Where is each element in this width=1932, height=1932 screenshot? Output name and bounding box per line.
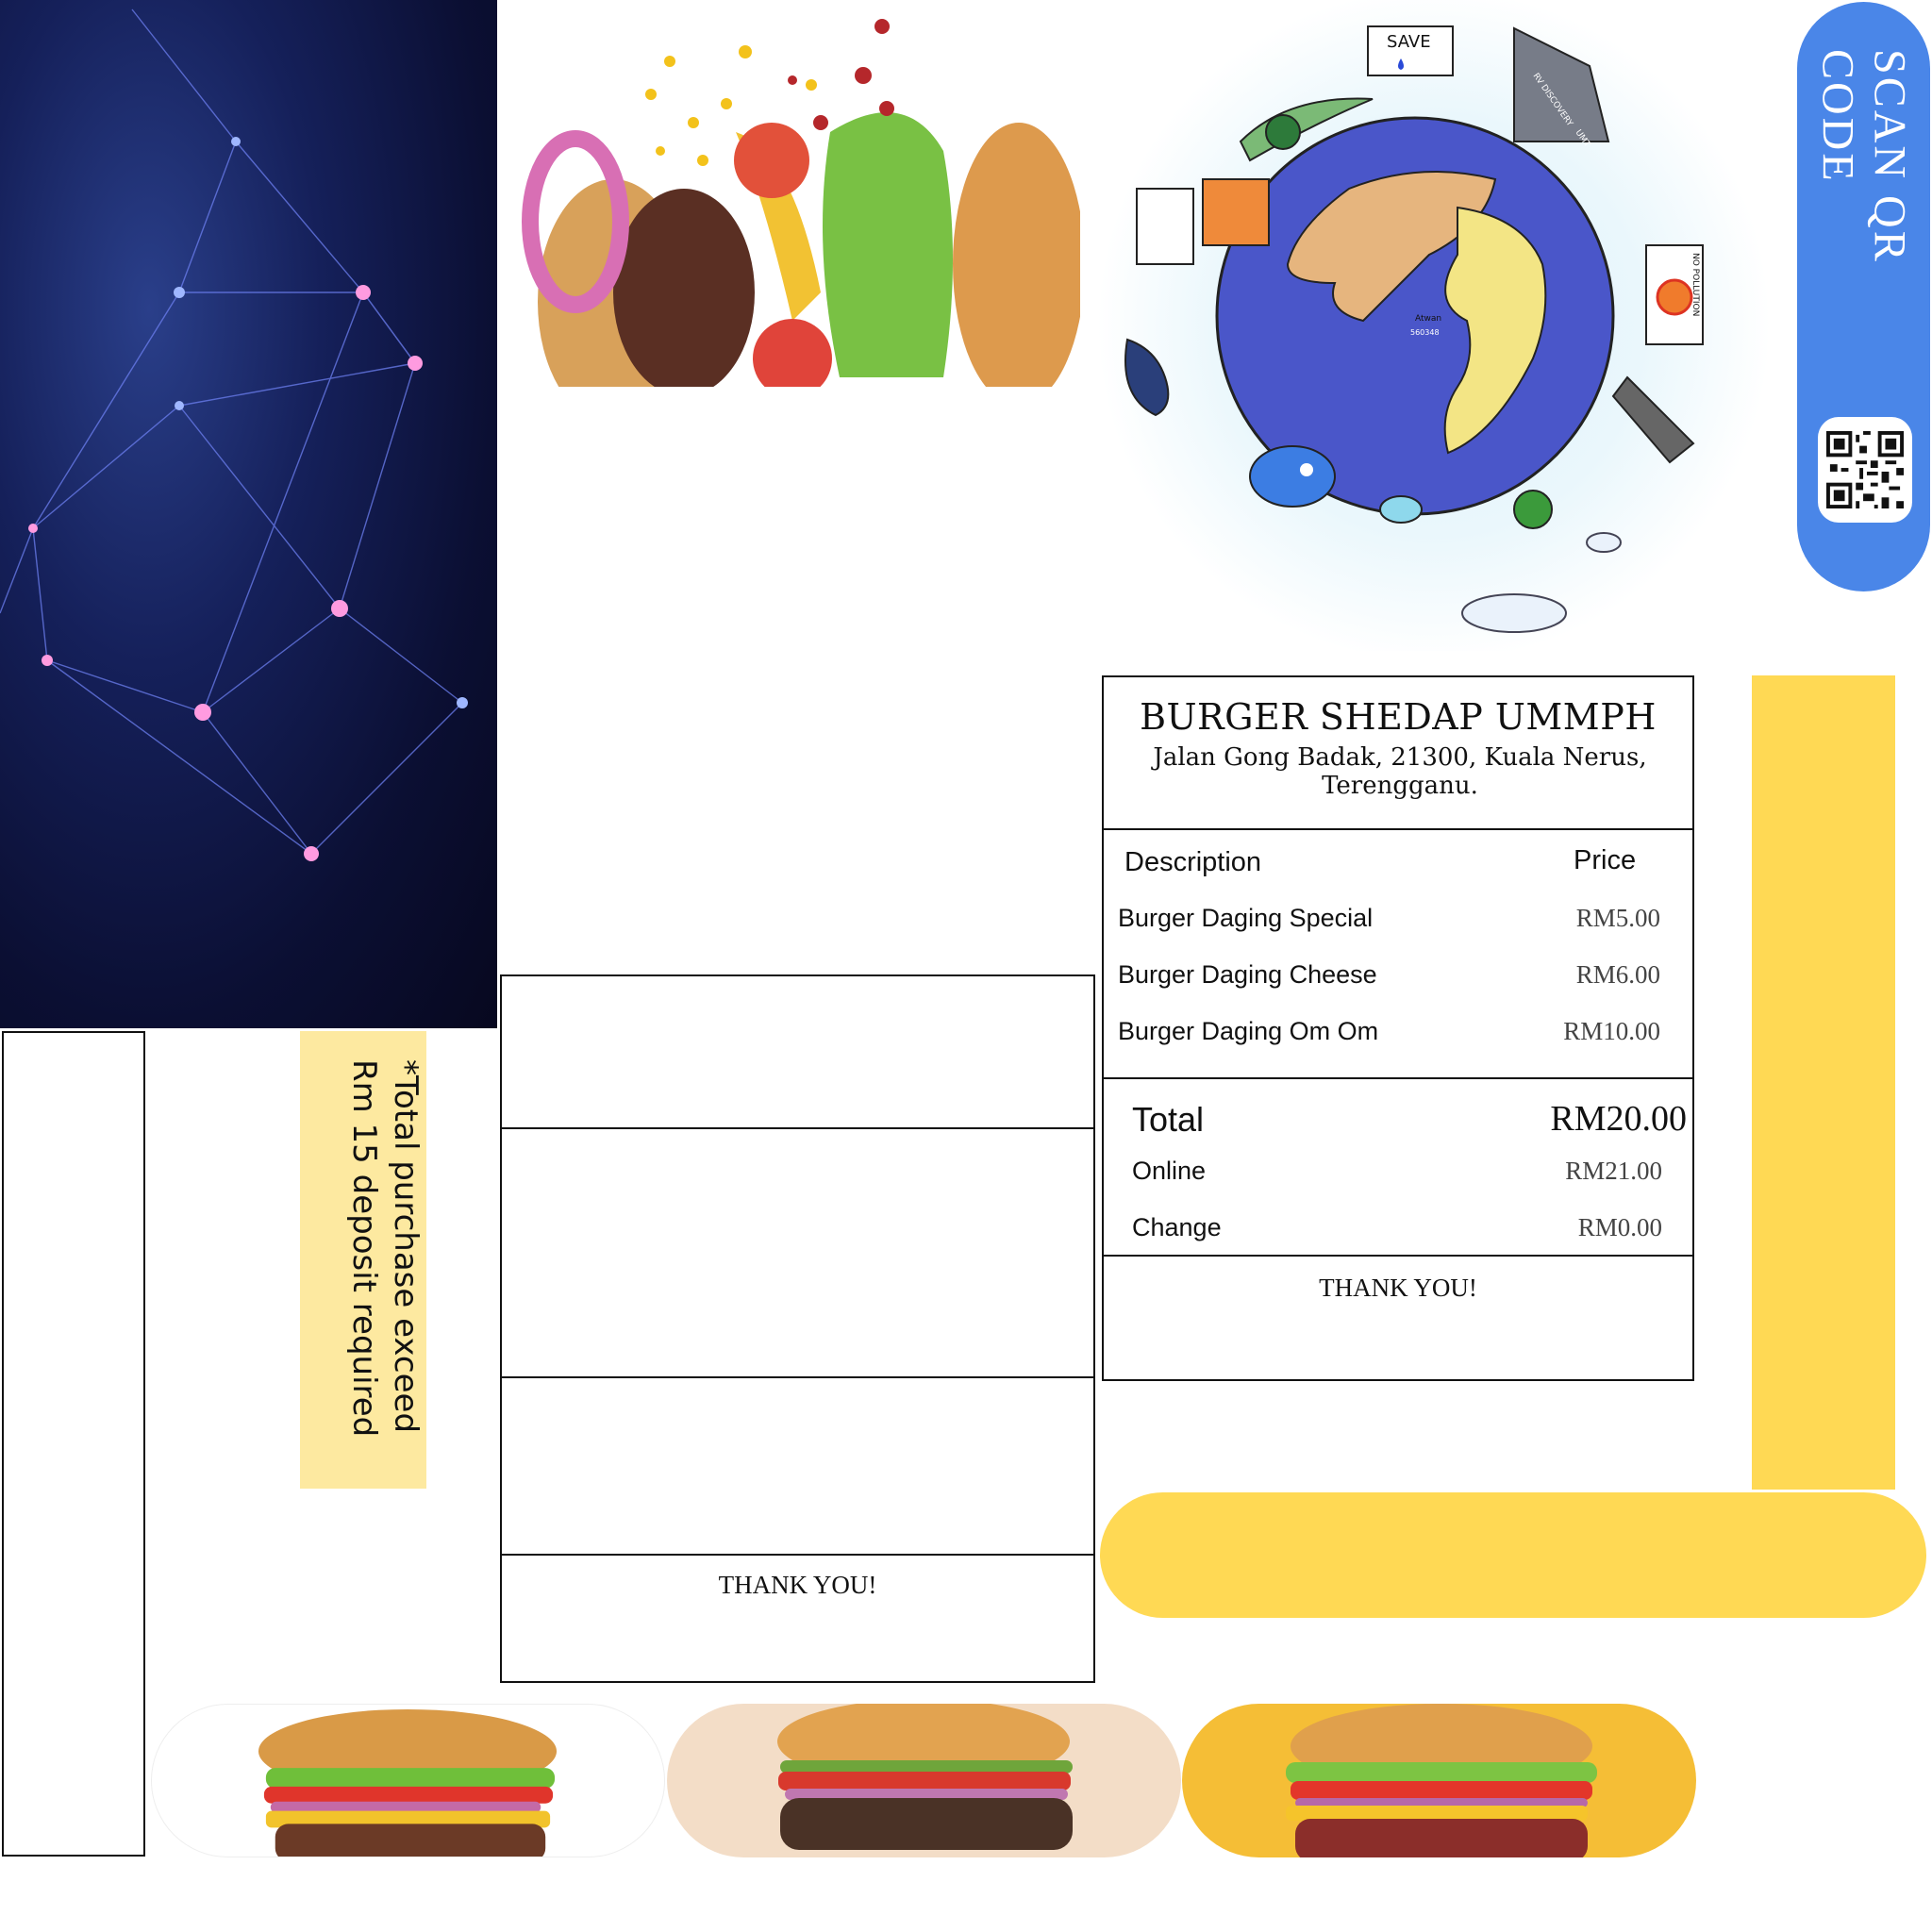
total-label: Total [1132, 1100, 1205, 1139]
burger-graphic [1286, 1704, 1597, 1857]
burger-image-2 [667, 1704, 1181, 1857]
change-value: RM0.00 [1577, 1213, 1662, 1241]
frame-divider [502, 1554, 1093, 1556]
save-sign-text: SAVE [1387, 32, 1431, 52]
burger-image-3 [1182, 1704, 1696, 1857]
item-name: Burger Daging Cheese [1118, 960, 1377, 989]
online-label: Online [1132, 1157, 1207, 1185]
receipt: BURGER SHEDAP UMMPH Jalan Gong Badak, 21… [1102, 675, 1694, 1381]
column-description: Description [1124, 847, 1262, 877]
item-name: Burger Daging Om Om [1118, 1017, 1379, 1045]
item-price: RM6.00 [1575, 960, 1660, 989]
frame-divider [502, 1376, 1093, 1378]
frame-thank-you: THANK YOU! [718, 1571, 877, 1599]
item-price: RM10.00 [1563, 1017, 1660, 1045]
no-pollution-sign-text: NO POLLUTION [1690, 253, 1700, 316]
globe-graphic: Atwan 560348 SAVE RV DISCOVERY UMT NO PO… [1124, 25, 1704, 633]
shop-name: BURGER SHEDAP UMMPH [1140, 696, 1657, 738]
frame-divider [502, 1127, 1093, 1129]
scan-qr-panel[interactable]: SCAN QR CODE [1797, 2, 1930, 591]
change-label: Change [1132, 1213, 1222, 1241]
column-price: Price [1574, 845, 1637, 875]
burger-image-1 [151, 1704, 665, 1857]
empty-receipt-frame: THANK YOU! [500, 974, 1095, 1683]
deposit-note: *Total purchase exceed Rm 15 deposit req… [300, 1031, 426, 1489]
qr-code[interactable] [1818, 417, 1912, 523]
yellow-vertical-bar [1752, 675, 1895, 1490]
item-name: Burger Daging Special [1118, 904, 1374, 932]
burger-ingredients-image [509, 9, 1085, 425]
network-graphic [0, 8, 468, 861]
receipt-divider [1104, 828, 1692, 830]
receipt-divider [1104, 1255, 1692, 1257]
yellow-horizontal-pill [1100, 1492, 1926, 1618]
map-label-2: 560348 [1410, 328, 1440, 337]
deposit-note-text: *Total purchase exceed Rm 15 deposit req… [345, 1059, 425, 1438]
blank-side-panel [2, 1031, 145, 1857]
burger-graphic [258, 1708, 558, 1857]
qr-code-icon [1826, 431, 1904, 508]
burger-graphic [777, 1704, 1073, 1850]
network-background-image [0, 0, 497, 1028]
item-price: RM5.00 [1575, 904, 1660, 932]
online-value: RM21.00 [1565, 1157, 1662, 1185]
receipt-divider [1104, 1077, 1692, 1079]
ingredients-graphic [522, 19, 1085, 425]
receipt-thank-you: THANK YOU! [1319, 1274, 1477, 1302]
scan-qr-label: SCAN QR CODE [1812, 49, 1915, 264]
globe-illustration: Atwan 560348 SAVE RV DISCOVERY UMT NO PO… [1099, 0, 1769, 651]
shop-address: Jalan Gong Badak, 21300, Kuala Nerus, Te… [1153, 743, 1647, 800]
total-value: RM20.00 [1550, 1099, 1687, 1139]
map-label: Atwan [1415, 314, 1441, 324]
